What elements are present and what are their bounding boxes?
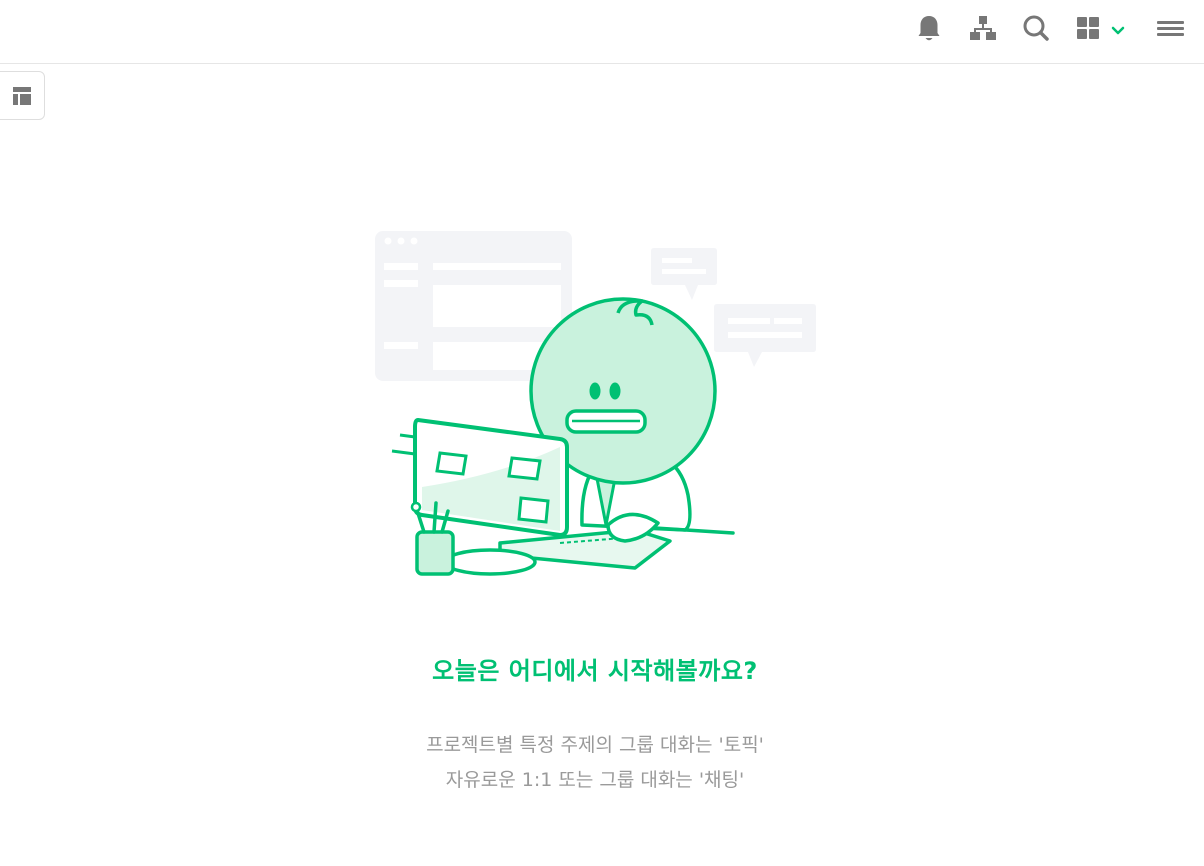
- chevron-down-icon[interactable]: [1106, 12, 1130, 44]
- search-icon[interactable]: [1020, 12, 1052, 44]
- empty-state-description-topic: 프로젝트별 특정 주제의 그룹 대화는 '토픽': [426, 734, 764, 756]
- empty-state-illustration: [375, 231, 816, 576]
- empty-state-title: 오늘은 어디에서 시작해볼까요?: [432, 657, 758, 685]
- apps-grid-icon[interactable]: [1073, 12, 1105, 44]
- top-header: [0, 0, 1204, 64]
- bell-icon[interactable]: [913, 12, 945, 44]
- org-chart-icon[interactable]: [967, 12, 999, 44]
- empty-state-description-chat: 자유로운 1:1 또는 그룹 대화는 '채팅': [445, 769, 745, 791]
- hamburger-menu-icon[interactable]: [1154, 12, 1186, 44]
- sidebar-toggle-button[interactable]: [0, 71, 45, 120]
- layout-panel-icon: [13, 87, 31, 105]
